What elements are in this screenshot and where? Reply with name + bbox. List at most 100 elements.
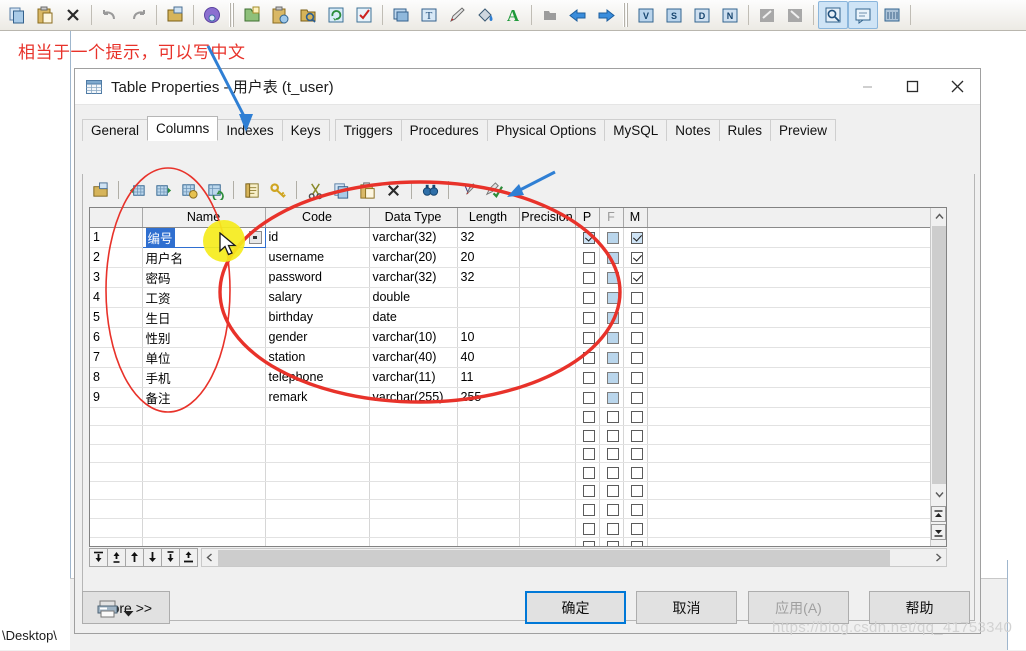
undo-icon[interactable] bbox=[96, 2, 124, 28]
col-header-code[interactable]: Code bbox=[265, 208, 370, 228]
checkbox-m[interactable] bbox=[630, 391, 643, 404]
cell-checkbox-f[interactable] bbox=[599, 287, 624, 308]
cell-edit-button[interactable] bbox=[248, 230, 262, 244]
find-table-icon[interactable] bbox=[294, 2, 322, 28]
move-last-button[interactable] bbox=[179, 547, 198, 567]
table-row[interactable] bbox=[90, 537, 946, 546]
cell-length[interactable]: 11 bbox=[457, 367, 520, 388]
cell-checkbox-m[interactable] bbox=[623, 227, 648, 248]
shape-icon[interactable] bbox=[536, 2, 564, 28]
cell-code[interactable]: gender bbox=[265, 327, 370, 348]
cell-code[interactable]: salary bbox=[265, 287, 370, 308]
cell-length[interactable] bbox=[457, 407, 520, 427]
cell-checkbox-m[interactable] bbox=[623, 425, 648, 445]
toolbar-grip[interactable] bbox=[229, 3, 235, 27]
horizontal-scroll-thumb[interactable] bbox=[218, 549, 890, 566]
cell-name[interactable] bbox=[142, 518, 266, 538]
tab-triggers[interactable]: Triggers bbox=[334, 119, 402, 141]
cell-code[interactable] bbox=[265, 499, 370, 520]
cell-datatype[interactable]: varchar(32) bbox=[369, 227, 458, 248]
table-row[interactable] bbox=[90, 481, 946, 501]
move-down-button[interactable] bbox=[143, 547, 162, 567]
add-column-icon[interactable] bbox=[176, 177, 202, 203]
row-number[interactable] bbox=[90, 444, 143, 464]
cell-name[interactable]: 密码 bbox=[142, 267, 266, 288]
checkbox-f[interactable] bbox=[606, 503, 619, 516]
checkbox-f[interactable] bbox=[606, 429, 619, 442]
scroll-up-button[interactable] bbox=[931, 208, 946, 225]
cell-datatype[interactable]: double bbox=[369, 287, 458, 308]
row-number[interactable] bbox=[90, 462, 143, 482]
cell-code[interactable]: password bbox=[265, 267, 370, 288]
cell-checkbox-p[interactable] bbox=[575, 499, 600, 520]
checkbox-f[interactable] bbox=[606, 466, 619, 479]
checkbox-p[interactable] bbox=[582, 503, 595, 516]
cell-checkbox-m[interactable] bbox=[623, 499, 648, 520]
cell-precision[interactable] bbox=[519, 287, 576, 308]
cell-checkbox-m[interactable] bbox=[623, 307, 648, 328]
checkbox-f[interactable] bbox=[606, 522, 619, 535]
row-number[interactable] bbox=[90, 407, 143, 427]
row-number[interactable]: 7 bbox=[90, 347, 143, 368]
new-table-icon[interactable] bbox=[238, 2, 266, 28]
cell-checkbox-m[interactable] bbox=[623, 462, 648, 482]
cell-precision[interactable] bbox=[519, 347, 576, 368]
cell-length[interactable]: 40 bbox=[457, 347, 520, 368]
refresh-icon[interactable] bbox=[322, 2, 350, 28]
cell-code[interactable] bbox=[265, 444, 370, 464]
tab-preview[interactable]: Preview bbox=[770, 119, 837, 141]
pencil-tool-icon[interactable] bbox=[443, 2, 471, 28]
cell-precision[interactable] bbox=[519, 425, 576, 445]
rectangle-tool-icon[interactable] bbox=[387, 2, 415, 28]
cell-checkbox-p[interactable] bbox=[575, 518, 600, 538]
cell-datatype[interactable] bbox=[369, 499, 458, 520]
cell-checkbox-p[interactable] bbox=[575, 267, 600, 288]
cell-length[interactable]: 255 bbox=[457, 387, 520, 408]
cell-checkbox-f[interactable] bbox=[599, 481, 624, 501]
tab-procedures[interactable]: Procedures bbox=[400, 119, 488, 141]
cell-checkbox-f[interactable] bbox=[599, 407, 624, 427]
cell-datatype[interactable] bbox=[369, 518, 458, 538]
tab-rules[interactable]: Rules bbox=[718, 119, 772, 141]
cell-datatype[interactable] bbox=[369, 444, 458, 464]
checkbox-m[interactable] bbox=[630, 429, 643, 442]
scroll-left-button[interactable] bbox=[202, 549, 217, 566]
checkbox-m[interactable] bbox=[630, 448, 643, 461]
cell-code[interactable]: username bbox=[265, 247, 370, 268]
checkbox-f[interactable] bbox=[606, 331, 619, 344]
cell-code[interactable] bbox=[265, 481, 370, 501]
cell-checkbox-m[interactable] bbox=[623, 387, 648, 408]
cell-code[interactable]: telephone bbox=[265, 367, 370, 388]
fill-tool-icon[interactable] bbox=[471, 2, 499, 28]
cell-checkbox-p[interactable] bbox=[575, 444, 600, 464]
cell-checkbox-f[interactable] bbox=[599, 327, 624, 348]
cell-datatype[interactable]: varchar(32) bbox=[369, 267, 458, 288]
cell-datatype[interactable]: date bbox=[369, 307, 458, 328]
row-number[interactable] bbox=[90, 481, 143, 501]
table-row[interactable]: 7 单位 station varchar(40) 40 bbox=[90, 347, 946, 368]
row-number[interactable] bbox=[90, 425, 143, 445]
cell-checkbox-f[interactable] bbox=[599, 499, 624, 520]
cell-checkbox-f[interactable] bbox=[599, 347, 624, 368]
checkbox-p[interactable] bbox=[582, 522, 595, 535]
table-row[interactable] bbox=[90, 499, 946, 520]
move-up-button[interactable] bbox=[125, 547, 144, 567]
cell-datatype[interactable] bbox=[369, 481, 458, 501]
cell-checkbox-m[interactable] bbox=[623, 481, 648, 501]
cell-precision[interactable] bbox=[519, 518, 576, 538]
col-header-p[interactable]: P bbox=[575, 208, 600, 228]
cell-name[interactable]: 工资 bbox=[142, 287, 266, 308]
cell-length[interactable]: 10 bbox=[457, 327, 520, 348]
cell-checkbox-m[interactable] bbox=[623, 347, 648, 368]
maximize-button[interactable] bbox=[890, 69, 935, 104]
paste-table-icon[interactable] bbox=[266, 2, 294, 28]
cell-checkbox-p[interactable] bbox=[575, 227, 600, 248]
cell-precision[interactable] bbox=[519, 462, 576, 482]
preview-icon[interactable] bbox=[818, 1, 848, 29]
row-number[interactable]: 4 bbox=[90, 287, 143, 308]
checkbox-p[interactable] bbox=[582, 429, 595, 442]
cell-checkbox-p[interactable] bbox=[575, 367, 600, 388]
dialog-titlebar[interactable]: Table Properties - 用户表 (t_user) bbox=[75, 69, 980, 105]
font-color-icon[interactable]: A bbox=[499, 2, 527, 28]
checkbox-p[interactable] bbox=[582, 271, 595, 284]
